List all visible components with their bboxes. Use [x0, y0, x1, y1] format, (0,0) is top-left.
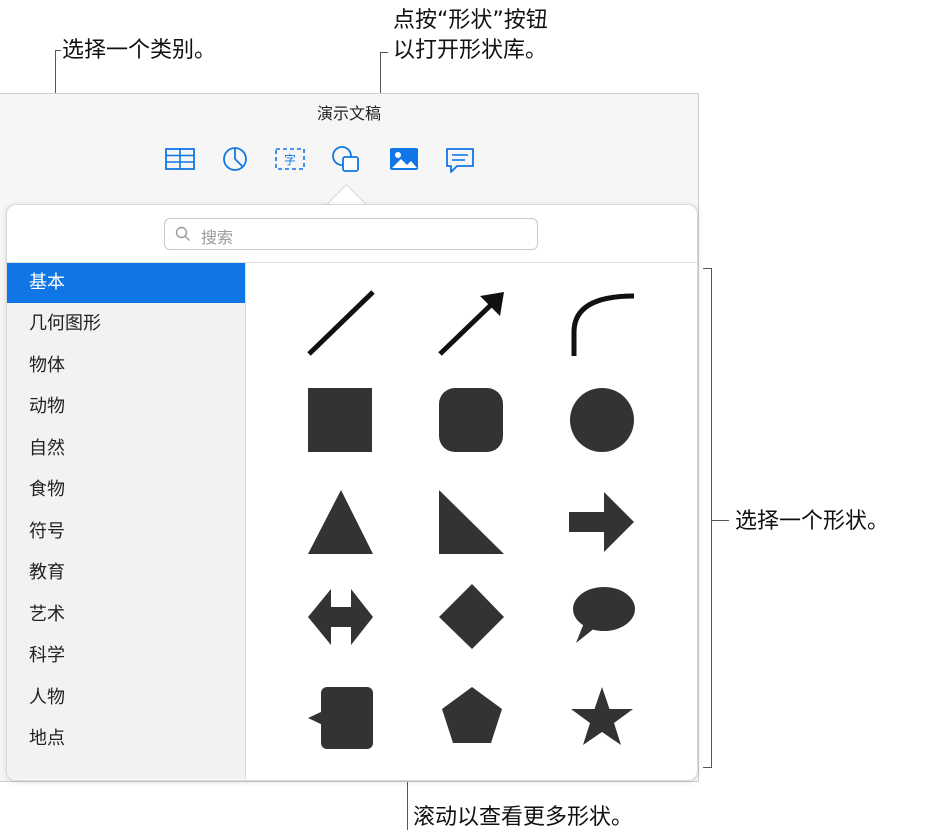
category-basic[interactable]: 基本 — [7, 263, 245, 303]
callout-choose-shape: 选择一个形状。 — [735, 509, 890, 534]
double-arrow-shape[interactable] — [305, 581, 377, 653]
svg-text:字: 字 — [284, 152, 296, 167]
chart-icon[interactable] — [218, 144, 252, 174]
category-animals[interactable]: 动物 — [7, 387, 245, 427]
shape-grid — [246, 263, 697, 779]
category-nature[interactable]: 自然 — [7, 429, 245, 469]
line-shape[interactable] — [305, 288, 377, 360]
search-placeholder: 搜索 — [201, 228, 234, 247]
callout-bracket-pointer — [711, 520, 729, 521]
search-input[interactable]: 搜索 — [164, 218, 538, 250]
category-science[interactable]: 科学 — [7, 636, 245, 676]
callout-line-category-tick — [55, 50, 61, 51]
category-symbols[interactable]: 符号 — [7, 512, 245, 552]
square-shape[interactable] — [305, 384, 377, 456]
callout-shapes-button: 点按“形状”按钮 以打开形状库。 — [393, 8, 548, 63]
callout-bracket-top — [703, 268, 712, 269]
callout-line-shapes-tick — [380, 52, 388, 53]
triangle-shape[interactable] — [305, 486, 377, 558]
callout-choose-category: 选择一个类别。 — [62, 38, 217, 63]
callout-scroll: 滚动以查看更多形状。 — [413, 805, 634, 830]
category-food[interactable]: 食物 — [7, 470, 245, 510]
callout-square-shape[interactable] — [305, 681, 377, 753]
diamond-shape[interactable] — [436, 581, 508, 653]
category-objects[interactable]: 物体 — [7, 346, 245, 386]
curve-shape[interactable] — [566, 288, 638, 360]
media-icon[interactable] — [387, 144, 421, 174]
window-title: 演示文稿 — [316, 104, 381, 123]
comment-icon[interactable] — [443, 144, 477, 174]
speech-bubble-shape[interactable] — [566, 581, 638, 653]
app-window: 演示文稿 字 搜索 基本 几何图形 物体 动物 自然 食物 符号 教育 艺术 科… — [0, 93, 699, 782]
circle-shape[interactable] — [566, 384, 638, 456]
shape-library-popover: 搜索 基本 几何图形 物体 动物 自然 食物 符号 教育 艺术 科学 人物 地点 — [6, 204, 698, 781]
callout-bracket-vertical — [711, 268, 712, 768]
category-places[interactable]: 地点 — [7, 719, 245, 759]
table-icon[interactable] — [163, 144, 197, 174]
shape-icon[interactable] — [329, 144, 363, 174]
rounded-square-shape[interactable] — [436, 384, 508, 456]
text-box-icon[interactable]: 字 — [273, 144, 307, 174]
category-geometry[interactable]: 几何图形 — [7, 304, 245, 344]
search-icon — [175, 226, 190, 241]
category-sidebar: 基本 几何图形 物体 动物 自然 食物 符号 教育 艺术 科学 人物 地点 — [7, 263, 246, 779]
category-people[interactable]: 人物 — [7, 678, 245, 718]
category-education[interactable]: 教育 — [7, 553, 245, 593]
star-shape[interactable] — [566, 681, 638, 753]
arrow-right-shape[interactable] — [566, 486, 638, 558]
right-triangle-shape[interactable] — [436, 486, 508, 558]
pentagon-shape[interactable] — [436, 681, 508, 753]
arrow-line-shape[interactable] — [436, 288, 508, 360]
callout-bracket-bottom — [703, 767, 712, 768]
category-arts[interactable]: 艺术 — [7, 595, 245, 635]
